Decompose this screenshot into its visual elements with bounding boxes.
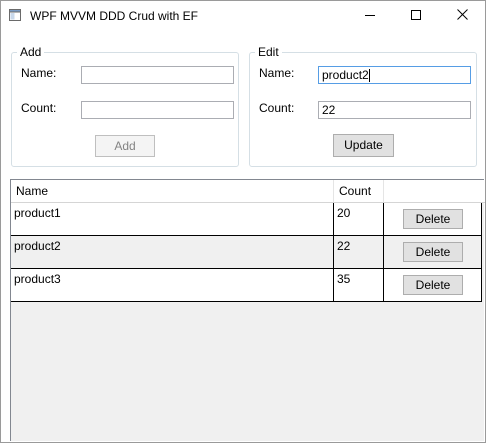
close-icon [456, 9, 468, 23]
maximize-button[interactable] [393, 1, 439, 31]
products-datagrid[interactable]: Name Count product1 20 Delete product2 2… [10, 179, 485, 441]
add-group-legend: Add [17, 45, 45, 60]
column-header-count[interactable]: Count [334, 180, 383, 202]
app-window: WPF MVVM DDD Crud with EF Add Name: Coun… [0, 0, 486, 443]
cell-divider [383, 269, 384, 302]
column-header-name[interactable]: Name [11, 180, 333, 202]
cell-divider [481, 203, 482, 236]
edit-name-label: Name: [259, 66, 295, 80]
table-row[interactable]: product2 22 Delete [11, 236, 482, 269]
minimize-button[interactable] [347, 1, 393, 31]
add-groupbox: Add Name: Count: Add [11, 45, 239, 167]
cell-divider [481, 269, 482, 302]
cell-divider [481, 236, 482, 269]
add-count-input[interactable] [81, 101, 234, 119]
table-row[interactable]: product1 20 Delete [11, 203, 482, 236]
edit-group-legend: Edit [255, 45, 282, 60]
add-name-input[interactable] [81, 66, 234, 84]
window-title: WPF MVVM DDD Crud with EF [30, 9, 199, 23]
maximize-icon [411, 9, 421, 23]
cell-count[interactable]: 35 [334, 269, 383, 301]
close-button[interactable] [439, 1, 485, 31]
delete-button[interactable]: Delete [403, 209, 463, 229]
add-name-label: Name: [21, 66, 57, 80]
edit-name-input[interactable]: product2 [318, 66, 471, 84]
cell-count[interactable]: 22 [334, 236, 383, 268]
edit-groupbox: Edit Name: product2 Count: 22 Update [249, 45, 477, 167]
table-row[interactable]: product3 35 Delete [11, 269, 482, 302]
add-count-label: Count: [21, 101, 57, 115]
update-button[interactable]: Update [333, 134, 394, 157]
edit-count-label: Count: [259, 101, 295, 115]
cell-divider [383, 203, 384, 236]
column-header-action[interactable] [384, 180, 484, 202]
cell-name[interactable]: product1 [11, 203, 333, 235]
edit-name-value: product2 [322, 68, 369, 82]
edit-count-input[interactable]: 22 [318, 101, 471, 119]
cell-divider [383, 236, 384, 269]
text-caret [368, 69, 370, 83]
delete-button[interactable]: Delete [403, 242, 463, 262]
add-button[interactable]: Add [95, 135, 155, 157]
window-app-icon [9, 9, 21, 21]
delete-button[interactable]: Delete [403, 275, 463, 295]
minimize-icon [365, 9, 375, 23]
cell-name[interactable]: product2 [11, 236, 333, 268]
cell-count[interactable]: 20 [334, 203, 383, 235]
cell-name[interactable]: product3 [11, 269, 333, 301]
grid-header: Name Count [11, 180, 485, 203]
title-bar[interactable]: WPF MVVM DDD Crud with EF [1, 1, 485, 31]
